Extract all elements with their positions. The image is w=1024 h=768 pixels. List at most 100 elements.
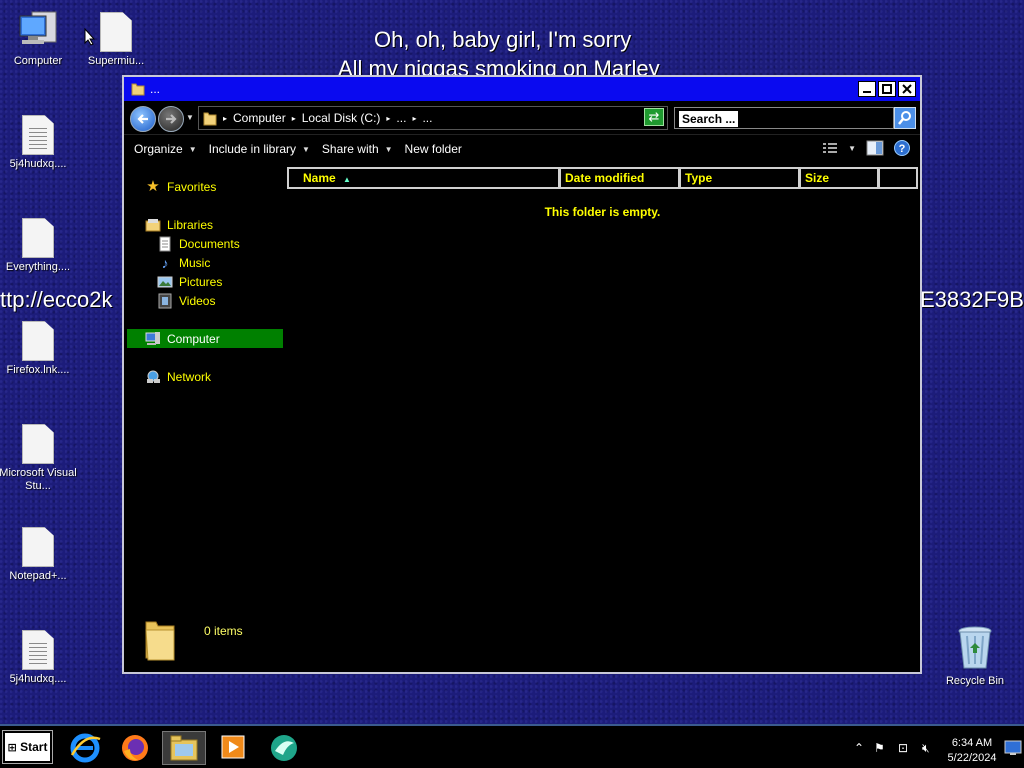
search-input[interactable]: Search ... <box>674 107 894 129</box>
column-header-extra[interactable] <box>878 167 918 189</box>
desktop-icon-computer[interactable]: Computer <box>0 8 78 68</box>
pictures-icon <box>157 276 173 287</box>
taskbar-firefox[interactable] <box>113 731 157 765</box>
content-area: ★ Favorites Libraries Documents ♪ Music … <box>124 163 920 672</box>
desktop-icon-notepad-plus[interactable]: Notepad+... <box>0 527 78 583</box>
music-icon: ♪ <box>161 254 169 271</box>
desktop-icon-label: Recycle Bin <box>945 675 1005 687</box>
nav-item-computer[interactable]: Computer <box>127 329 283 348</box>
breadcrumb-separator-icon[interactable]: ▸ <box>386 114 390 123</box>
breadcrumb-local-disk[interactable]: Local Disk (C:) <box>302 111 381 125</box>
desktop-icon-label: 5j4hudxq.... <box>9 673 67 685</box>
column-header-type[interactable]: Type <box>679 167 799 189</box>
back-button[interactable] <box>130 106 156 132</box>
maximize-icon <box>882 84 892 94</box>
folder-icon <box>145 621 175 661</box>
desktop-icon-firefox-lnk[interactable]: Firefox.lnk.... <box>0 321 78 377</box>
desktop-icon-everything[interactable]: Everything.... <box>0 218 78 274</box>
desktop-icon-5j4hudxq-2[interactable]: 5j4hudxq.... <box>0 630 78 686</box>
preview-pane-icon[interactable] <box>866 140 884 156</box>
show-hidden-icons-icon[interactable]: ⌃ <box>854 741 864 755</box>
taskbar-file-explorer[interactable] <box>162 731 206 765</box>
breadcrumb-folder-1[interactable]: ... <box>396 111 406 125</box>
title-bar[interactable]: ... <box>124 77 920 101</box>
column-label: Type <box>685 171 713 185</box>
nav-label: Network <box>167 369 212 384</box>
desktop-icon-label: Notepad+... <box>9 570 67 582</box>
breadcrumb-separator-icon[interactable]: ▸ <box>223 114 227 123</box>
forward-button[interactable] <box>158 106 184 132</box>
text-file-icon <box>22 630 54 670</box>
computer-icon <box>145 331 160 345</box>
maximize-button[interactable] <box>878 81 896 97</box>
media-player-icon <box>221 735 245 759</box>
close-button[interactable] <box>898 81 916 97</box>
nav-label: Videos <box>179 293 216 308</box>
chevron-down-icon: ▼ <box>302 144 310 154</box>
clock-time: 6:34 AM <box>951 737 993 749</box>
desktop-icon-label: Computer <box>13 55 63 67</box>
window-title: ... <box>150 82 161 96</box>
nav-item-documents[interactable]: Documents <box>127 234 283 253</box>
nav-item-music[interactable]: ♪ Music <box>127 253 283 272</box>
file-explorer-icon <box>170 735 198 761</box>
view-dropdown-icon[interactable]: ▼ <box>848 144 856 153</box>
nav-label: Computer <box>167 331 220 346</box>
start-button[interactable]: ⊞ Start <box>2 730 53 764</box>
file-icon <box>22 321 54 361</box>
nav-item-pictures[interactable]: Pictures <box>127 272 283 291</box>
breadcrumb-computer[interactable]: Computer <box>233 111 286 125</box>
column-header-size[interactable]: Size <box>799 167 878 189</box>
desktop-icon-visual-studio[interactable]: Microsoft Visual Stu... <box>0 424 78 493</box>
file-icon <box>100 12 132 52</box>
include-in-library-menu[interactable]: Include in library ▼ <box>209 142 310 156</box>
desktop-icon-recycle-bin[interactable]: Recycle Bin <box>935 624 1015 688</box>
explorer-window: ... ▼ ▸ Computer ▸ Local Disk (C:) ▸ ...… <box>122 75 922 674</box>
internet-explorer-icon <box>70 733 101 763</box>
view-options-icon[interactable] <box>822 141 838 155</box>
empty-folder-message: This folder is empty. <box>544 205 661 219</box>
text-file-icon <box>22 115 54 155</box>
minimize-button[interactable] <box>858 81 876 97</box>
desktop-icon-5j4hudxq-1[interactable]: 5j4hudxq.... <box>0 115 78 171</box>
new-folder-button[interactable]: New folder <box>405 142 462 156</box>
help-icon[interactable]: ? <box>894 140 910 156</box>
action-center-flag-icon[interactable]: ⚑ <box>874 741 885 755</box>
recent-pages-dropdown-icon[interactable]: ▼ <box>186 113 194 122</box>
breadcrumb-separator-icon[interactable]: ▸ <box>292 114 296 123</box>
include-in-library-label: Include in library <box>208 142 296 156</box>
breadcrumb-folder-2[interactable]: ... <box>422 111 432 125</box>
column-header-name[interactable]: Name ▲ <box>287 167 559 189</box>
show-desktop-icon[interactable] <box>1004 740 1022 756</box>
nav-item-libraries[interactable]: Libraries <box>127 215 283 234</box>
address-field[interactable]: ▸ Computer ▸ Local Disk (C:) ▸ ... ▸ ...… <box>198 106 668 130</box>
file-icon <box>22 424 54 464</box>
command-bar: Organize ▼ Include in library ▼ Share wi… <box>124 135 920 163</box>
documents-icon <box>159 236 171 251</box>
nav-label: Pictures <box>179 274 223 289</box>
volume-muted-icon[interactable]: 🔇︎ <box>922 741 930 756</box>
column-label: Size <box>805 171 830 185</box>
column-header-date-modified[interactable]: Date modified <box>559 167 679 189</box>
breadcrumb-separator-icon[interactable]: ▸ <box>412 114 416 123</box>
search-icon <box>898 111 911 125</box>
organize-menu[interactable]: Organize ▼ <box>134 142 197 156</box>
share-with-menu[interactable]: Share with ▼ <box>322 142 393 156</box>
file-icon <box>22 218 54 258</box>
search-button[interactable] <box>894 107 916 129</box>
taskbar-app[interactable] <box>262 731 306 765</box>
nav-label: Music <box>179 255 211 270</box>
nav-item-favorites[interactable]: ★ Favorites <box>127 177 283 196</box>
nav-item-network[interactable]: Network <box>127 367 283 386</box>
taskbar-internet-explorer[interactable] <box>63 731 107 765</box>
clock[interactable]: 6:34 AM 5/22/2024 <box>942 736 1002 766</box>
taskbar-media-player[interactable] <box>211 731 255 765</box>
mouse-cursor-icon <box>84 28 96 46</box>
star-icon: ★ <box>146 177 160 195</box>
address-bar-row: ▼ ▸ Computer ▸ Local Disk (C:) ▸ ... ▸ .… <box>124 101 920 135</box>
network-status-icon[interactable]: ⊡ <box>898 741 908 755</box>
refresh-button[interactable]: ⇄ <box>644 108 664 126</box>
start-label: Start <box>20 740 48 754</box>
nav-item-videos[interactable]: Videos <box>127 291 283 310</box>
new-folder-label: New folder <box>404 142 462 156</box>
